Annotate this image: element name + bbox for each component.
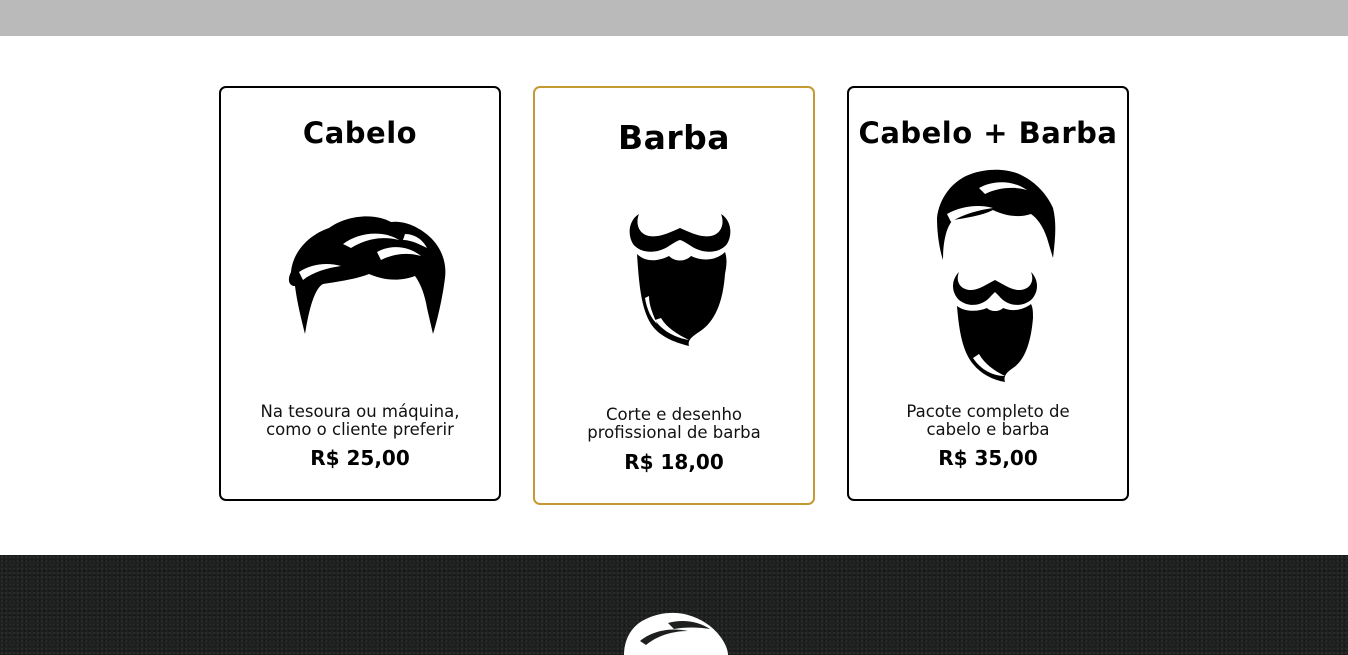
service-price: R$ 35,00 (938, 446, 1038, 470)
hair-and-beard-icon (937, 169, 1056, 382)
top-bar (0, 0, 1348, 36)
service-title: Cabelo + Barba (858, 116, 1118, 150)
service-card-barba[interactable]: Barba Corte e desenho profissional de ba… (533, 86, 815, 505)
service-description: Corte e desenho profissional de barba (545, 406, 803, 442)
service-description-line: profissional de barba (587, 423, 761, 442)
service-title: Barba (617, 118, 731, 157)
beard-icon (629, 214, 731, 346)
service-description-line: como o cliente preferir (266, 420, 454, 439)
barber-logo-icon (624, 612, 728, 655)
service-description: Na tesoura ou máquina, como o cliente pr… (231, 403, 489, 439)
service-card-cabelo[interactable]: Cabelo Na tesoura ou máquina, como o cli… (219, 86, 501, 501)
hair-icon (288, 216, 446, 334)
service-title: Cabelo (302, 116, 418, 150)
service-description-line: Na tesoura ou máquina, (260, 402, 460, 421)
service-description-line: cabelo e barba (926, 420, 1050, 439)
service-description-line: Pacote completo de (906, 402, 1070, 421)
service-price: R$ 25,00 (310, 446, 410, 470)
service-description-line: Corte e desenho (605, 405, 743, 424)
service-description: Pacote completo de cabelo e barba (859, 403, 1117, 439)
service-price: R$ 18,00 (624, 450, 724, 474)
service-card-cabelo-barba[interactable]: Cabelo + Barba Pacote completo de cabelo… (847, 86, 1129, 501)
footer (0, 555, 1348, 655)
